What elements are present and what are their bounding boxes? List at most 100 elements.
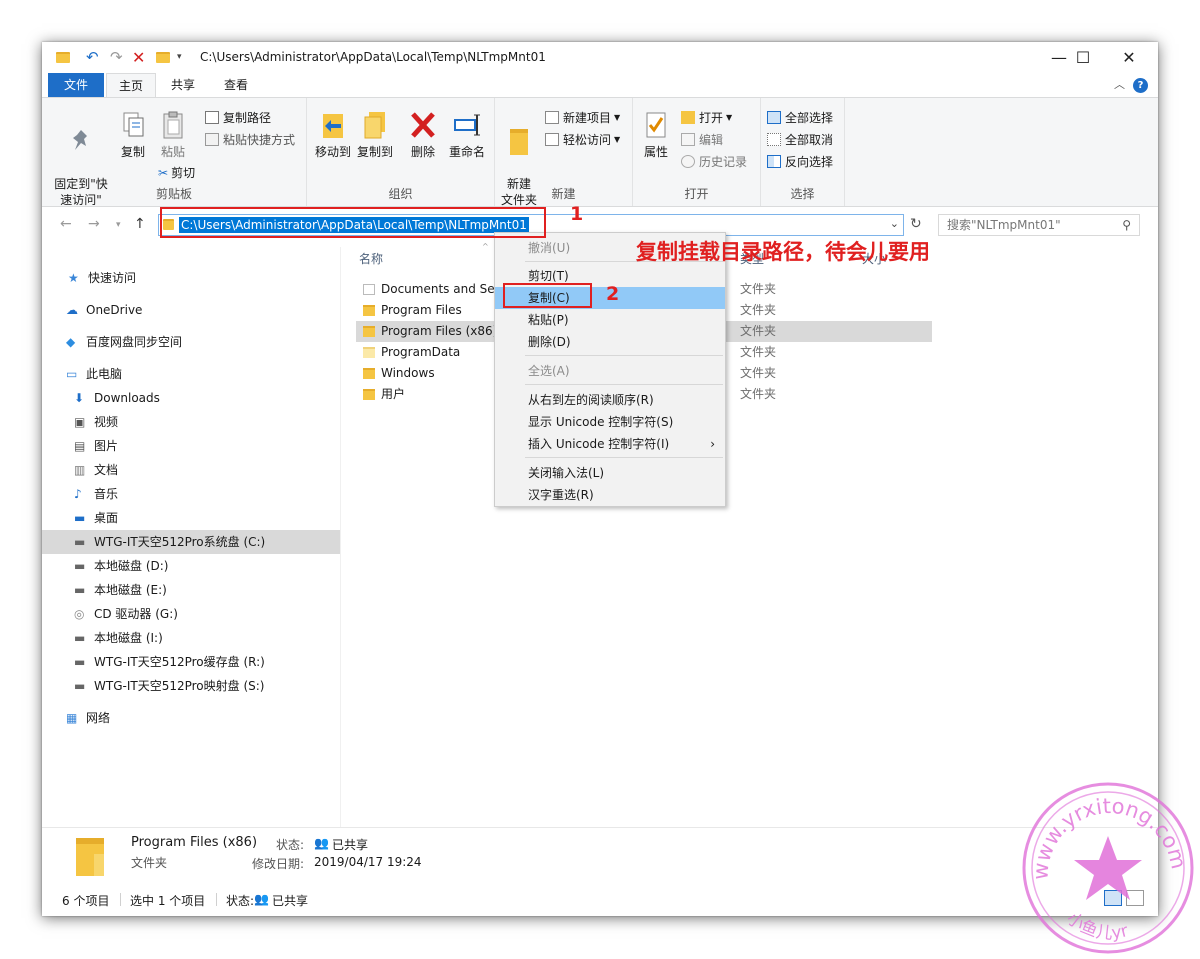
up-arrow-icon[interactable]: ↑ (134, 216, 146, 232)
copy-path-label: 复制路径 (223, 111, 272, 125)
nav-item[interactable]: ▣ 视频 (42, 410, 340, 434)
details-type: 文件夹 (131, 856, 168, 870)
menu-item-insert-unicode[interactable]: 插入 Unicode 控制字符(I) › (495, 433, 725, 455)
dropdown-arrow-icon: ▼ (614, 113, 621, 122)
details-modified-label: 修改日期: (252, 857, 305, 871)
new-group: 新建 文件夹 新建项目 ▼ 轻松访问 ▼ 新建 (495, 98, 633, 207)
address-dropdown-icon[interactable]: ⌄ (890, 217, 899, 230)
select-all-button[interactable]: 全部选择 (767, 109, 833, 126)
cut-button[interactable]: ✂ 剪切 (158, 164, 195, 181)
nav-item-label: 音乐 (94, 487, 119, 501)
nav-item[interactable]: ◎ CD 驱动器 (G:) (42, 602, 340, 626)
nav-item[interactable]: ◆ 百度网盘同步空间 (42, 330, 340, 354)
paste-shortcut-button[interactable]: 粘贴快捷方式 (205, 131, 295, 148)
tab-home[interactable]: 主页 (106, 73, 157, 97)
rename-button[interactable]: 重命名 (445, 110, 489, 160)
nav-item[interactable]: ▤ 图片 (42, 434, 340, 458)
new-item-icon (545, 111, 559, 124)
nav-item[interactable]: ▥ 文档 (42, 458, 340, 482)
submenu-arrow-icon: › (710, 437, 715, 451)
easy-access-label: 轻松访问 (563, 133, 612, 147)
copy-to-button[interactable]: 复制到 (355, 110, 395, 160)
undo-icon[interactable]: ↶ (86, 48, 99, 66)
annotation-note: 复制挂载目录路径，待会儿要用 (636, 240, 930, 264)
select-none-icon (767, 133, 781, 146)
nav-item[interactable]: ▭ 此电脑 (42, 362, 340, 386)
nav-item[interactable]: ▬ WTG-IT天空512Pro系统盘 (C:) (42, 530, 340, 554)
tab-view[interactable]: 查看 (212, 73, 260, 97)
nav-item[interactable]: ♪ 音乐 (42, 482, 340, 506)
svg-text:小鱼儿yr: 小鱼儿yr (1063, 909, 1131, 944)
new-item-label: 新建项目 (563, 111, 612, 125)
details-status-label: 状态: (276, 838, 305, 852)
music-icon: ♪ (74, 486, 82, 501)
tab-file[interactable]: 文件 (48, 73, 104, 97)
menu-item-select-all[interactable]: 全选(A) (495, 360, 725, 382)
nav-item-label: 文档 (94, 463, 119, 477)
edit-button[interactable]: 编辑 (681, 131, 723, 148)
nav-item[interactable]: ⬇ Downloads (42, 386, 340, 410)
edit-icon (681, 133, 695, 146)
customize-quick-access-icon[interactable]: ▾ (177, 49, 182, 65)
open-button[interactable]: 打开 ▼ (681, 109, 732, 126)
file-name: Windows (381, 366, 435, 380)
paste-button[interactable]: 粘贴 (156, 110, 190, 160)
folder-icon (363, 347, 375, 358)
details-pane: Program Files (x86) 文件夹 状态: 👥 已共享 修改日期: … (42, 827, 1158, 883)
move-to-button[interactable]: 移动到 (313, 110, 353, 160)
help-icon[interactable]: ? (1133, 78, 1148, 93)
tab-share[interactable]: 共享 (159, 73, 207, 97)
nav-item[interactable]: ▬ 本地磁盘 (E:) (42, 578, 340, 602)
menu-item-rtl[interactable]: 从右到左的阅读顺序(R) (495, 389, 725, 411)
menu-item-paste[interactable]: 粘贴(P) (495, 309, 725, 331)
delete-icon[interactable]: ✕ (132, 48, 145, 67)
cd-icon: ◎ (74, 606, 85, 621)
menu-item-close-ime[interactable]: 关闭输入法(L) (495, 462, 725, 484)
organize-group-label: 组织 (388, 187, 413, 201)
maximize-button[interactable]: ☐ (1060, 42, 1106, 72)
new-folder-icon[interactable] (156, 49, 170, 65)
close-button[interactable]: ✕ (1106, 42, 1152, 72)
nav-item[interactable]: ▬ 桌面 (42, 506, 340, 530)
refresh-icon[interactable]: ↻ (910, 216, 922, 232)
nav-item[interactable]: ☁ OneDrive (42, 298, 340, 322)
nav-item[interactable]: ▦ 网络 (42, 706, 340, 730)
watermark-brand: 小鱼儿yr (1063, 909, 1131, 944)
rename-label: 重命名 (448, 145, 485, 159)
nav-item[interactable]: ▬ WTG-IT天空512Pro映射盘 (S:) (42, 674, 340, 698)
column-header-name[interactable]: 名称 (359, 250, 383, 267)
easy-access-button[interactable]: 轻松访问 ▼ (545, 131, 620, 148)
new-folder-icon-large (510, 129, 528, 155)
picture-icon: ▤ (74, 438, 86, 453)
properties-button[interactable]: 属性 (639, 110, 673, 160)
copy-path-button[interactable]: 复制路径 (205, 109, 271, 126)
navigation-pane: ★ 快速访问 ☁ OneDrive ◆ 百度网盘同步空间 ▭ 此电脑 ⬇ Downloads ▣ 视频… (42, 247, 342, 827)
nav-item[interactable]: ★ 快速访问 (42, 266, 340, 290)
menu-item-reconvert[interactable]: 汉字重选(R) (495, 484, 725, 506)
drive-icon: ▬ (74, 678, 86, 693)
invert-selection-button[interactable]: 反向选择 (767, 153, 833, 170)
recent-locations-icon[interactable]: ▾ (116, 220, 121, 230)
back-arrow-icon[interactable]: ← (60, 216, 72, 232)
nav-item[interactable]: ▬ 本地磁盘 (I:) (42, 626, 340, 650)
menu-item-show-unicode[interactable]: 显示 Unicode 控制字符(S) (495, 411, 725, 433)
nav-item[interactable]: ▬ 本地磁盘 (D:) (42, 554, 340, 578)
menu-item-delete[interactable]: 删除(D) (495, 331, 725, 353)
search-input[interactable]: 搜索"NLTmpMnt01" ⚲ (938, 214, 1140, 236)
delete-button[interactable]: 删除 (407, 110, 439, 160)
file-name: Program Files (x86) (381, 324, 498, 338)
paste-icon (163, 111, 183, 139)
annotation-box-copy (503, 283, 592, 308)
new-item-button[interactable]: 新建项目 ▼ (545, 109, 620, 126)
forward-arrow-icon[interactable]: → (88, 216, 100, 232)
nav-item[interactable]: ▬ WTG-IT天空512Pro缓存盘 (R:) (42, 650, 340, 674)
history-button[interactable]: 历史记录 (681, 153, 747, 170)
file-type: 文件夹 (740, 324, 777, 338)
nav-item-label: 本地磁盘 (D:) (94, 559, 169, 573)
redo-icon[interactable]: ↷ (110, 48, 123, 66)
download-icon: ⬇ (74, 390, 85, 405)
paste-shortcut-label: 粘贴快捷方式 (223, 133, 296, 147)
collapse-ribbon-icon[interactable]: ︿ (1114, 76, 1125, 92)
copy-button[interactable]: 复制 (116, 110, 150, 160)
select-none-button[interactable]: 全部取消 (767, 131, 833, 148)
